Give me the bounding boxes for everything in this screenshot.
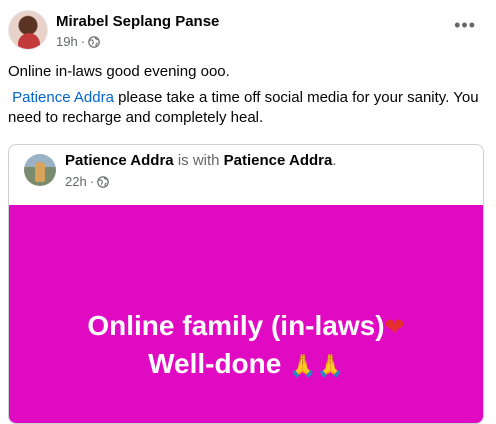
shared-author-avatar[interactable] <box>24 154 56 186</box>
shared-post[interactable]: Patience Addra is with Patience Addra. 2… <box>8 144 484 424</box>
post-author-name[interactable]: Mirabel Seplang Panse <box>56 13 219 30</box>
graphic-line1: Online family (in-laws)❤ <box>9 307 483 347</box>
post-meta: 19h · <box>56 34 100 49</box>
globe-icon <box>88 35 100 48</box>
shared-meta: 22h · <box>65 174 109 189</box>
globe-icon <box>97 175 109 188</box>
post-text: Online in-laws good evening ooo. Patienc… <box>8 62 482 134</box>
post-text-line2: Patience Addra please take a time off so… <box>8 88 482 128</box>
shared-period: . <box>332 152 337 169</box>
shared-author-line: Patience Addra is with Patience Addra. <box>65 152 337 169</box>
graphic-line2-text: Well-done <box>148 348 290 379</box>
meta-separator: · <box>80 34 86 49</box>
more-options-icon[interactable]: ••• <box>454 16 476 34</box>
post-time[interactable]: 19h <box>56 34 78 49</box>
graphic-post-background[interactable]: Online family (in-laws)❤ Well-done 🙏🙏 <box>9 205 483 423</box>
post-header: Mirabel Seplang Panse 19h · ••• <box>8 10 496 54</box>
graphic-line2: Well-done 🙏🙏 <box>9 345 483 385</box>
mention-link[interactable]: Patience Addra <box>12 89 114 106</box>
shared-meta-separator: · <box>89 174 95 189</box>
shared-author-name[interactable]: Patience Addra <box>65 152 174 169</box>
shared-with-text: is with <box>173 152 224 169</box>
praying-hands-icon: 🙏🙏 <box>289 353 344 378</box>
heart-icon: ❤ <box>384 314 405 341</box>
shared-with-name[interactable]: Patience Addra <box>224 152 333 169</box>
graphic-line1-text: Online family (in-laws) <box>87 310 385 341</box>
author-avatar[interactable] <box>8 10 48 50</box>
post-text-line1: Online in-laws good evening ooo. <box>8 63 230 80</box>
shared-time[interactable]: 22h <box>65 174 87 189</box>
